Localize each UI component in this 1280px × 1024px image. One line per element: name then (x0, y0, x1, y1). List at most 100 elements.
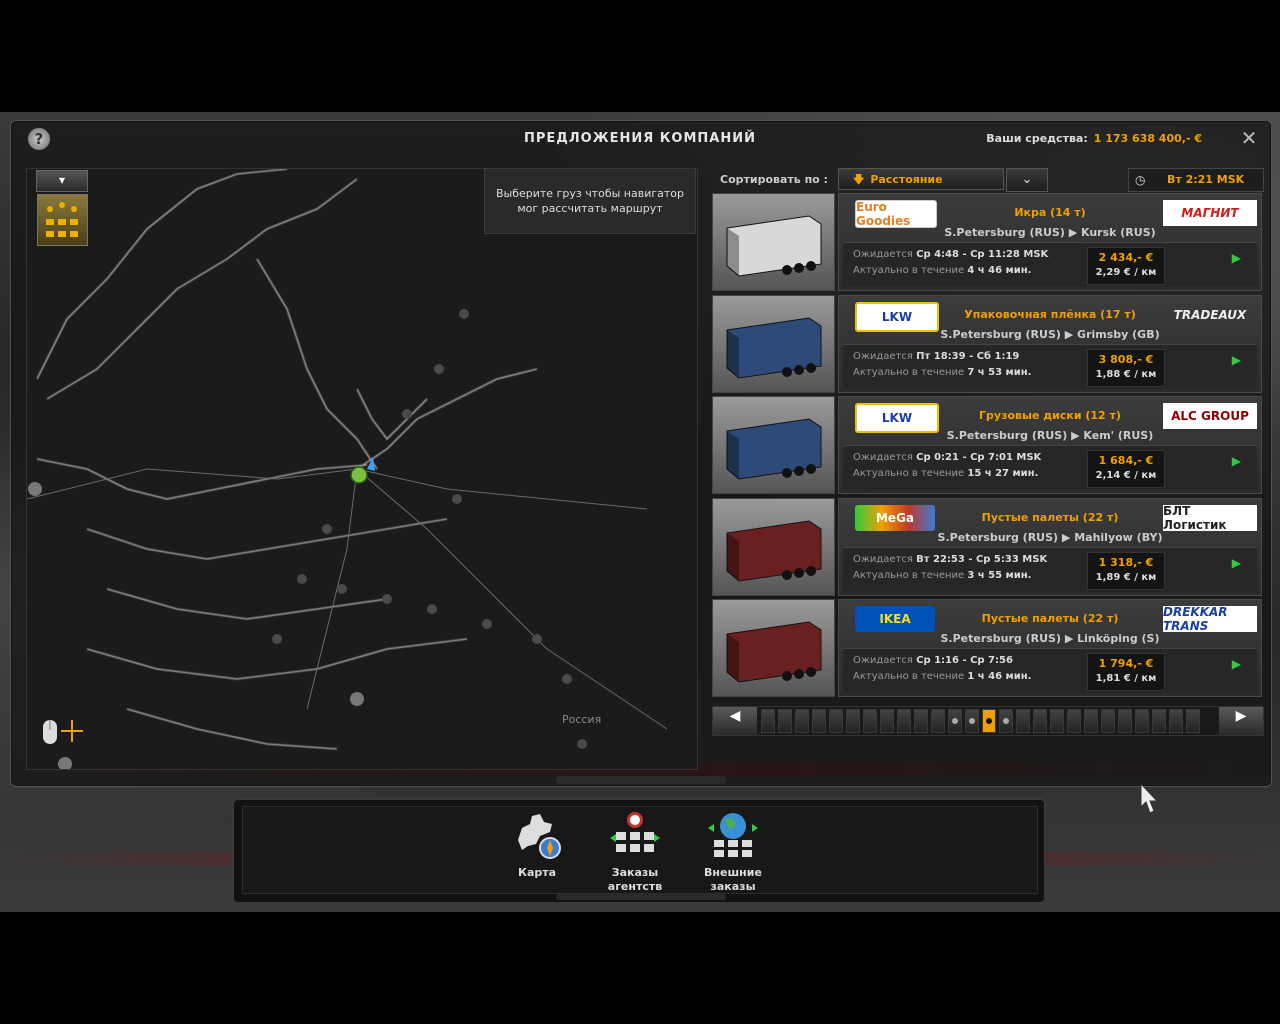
page-segment[interactable] (1152, 709, 1166, 733)
valid-time: Актуально в течение 7 ч 53 мин. (853, 367, 1031, 378)
page-segment[interactable] (1084, 709, 1098, 733)
mouse-pan-icon (40, 716, 84, 750)
expected-label: Ожидается (853, 249, 913, 260)
next-page-button[interactable]: ▶ (1219, 707, 1263, 735)
play-icon[interactable]: ▶ (1232, 657, 1241, 671)
valid-label: Актуально в течение (853, 366, 965, 378)
page-segment[interactable] (982, 709, 996, 733)
price-box: 3 808,- € 1,88 € / км (1087, 348, 1165, 387)
route-arrow-icon: ▶ (1061, 530, 1075, 544)
page-segment[interactable] (948, 709, 962, 733)
job-details: Ожидается Вт 22:53 - Ср 5:33 MSK Актуаль… (843, 546, 1257, 592)
page-segment[interactable] (1135, 709, 1149, 733)
job-offer[interactable]: LKW ALC GROUP Грузовые диски (12 т) S.Pe… (712, 396, 1262, 494)
job-offer[interactable]: IKEA DREKKAR TRANS Пустые палеты (22 т) … (712, 599, 1262, 697)
valid-time: Актуально в течение 3 ч 55 мин. (853, 570, 1031, 581)
trailer-thumbnail (712, 193, 835, 291)
page-segment[interactable] (829, 709, 843, 733)
valid-time: Актуально в течение 4 ч 46 мин. (853, 265, 1031, 276)
valid-label: Актуально в течение (853, 671, 965, 682)
page-segment[interactable] (812, 709, 826, 733)
job-card[interactable]: LKW TRADEAUX Упаковочная плёнка (17 т) S… (838, 294, 1262, 393)
job-price: 1 794,- € (1098, 657, 1154, 670)
close-icon: ✕ (1240, 126, 1258, 150)
map-canvas[interactable] (27, 169, 697, 769)
expected-time: Ожидается Вт 22:53 - Ср 5:33 MSK (853, 554, 1047, 565)
trailer-image (726, 418, 822, 480)
dock-grip (556, 776, 726, 784)
sort-dropdown-button[interactable]: ⌄ (1006, 168, 1048, 192)
page-segment[interactable] (880, 709, 894, 733)
job-card[interactable]: Euro Goodies МАГНИТ Икра (14 т) S.Peters… (838, 193, 1262, 291)
job-details: Ожидается Ср 4:48 - Ср 11:28 MSK Актуаль… (843, 242, 1257, 287)
job-card[interactable]: IKEA DREKKAR TRANS Пустые палеты (22 т) … (838, 599, 1262, 697)
page-segment[interactable] (999, 709, 1013, 733)
page-segment[interactable] (846, 709, 860, 733)
job-card[interactable]: MeGa БЛТ Логистик Пустые палеты (22 т) S… (838, 497, 1262, 596)
page-segment[interactable] (931, 709, 945, 733)
play-icon[interactable]: ▶ (1232, 556, 1241, 570)
cargo-name: Пустые палеты (22 т) (981, 612, 1119, 625)
external-orders-button[interactable]: Внешние заказы (698, 810, 768, 894)
price-box: 1 794,- € 1,81 € / км (1087, 653, 1165, 691)
job-card[interactable]: LKW ALC GROUP Грузовые диски (12 т) S.Pe… (838, 396, 1262, 494)
agency-orders-button[interactable]: Заказы агентств (600, 810, 670, 894)
page-segment[interactable] (1033, 709, 1047, 733)
trailer-thumbnail (712, 396, 835, 494)
expected-time: Ожидается Пт 18:39 - Сб 1:19 (853, 351, 1019, 362)
page-segment[interactable] (863, 709, 877, 733)
page-segment[interactable] (1067, 709, 1081, 733)
play-icon[interactable]: ▶ (1232, 353, 1241, 367)
price-per-km: 2,14 € / км (1095, 470, 1157, 481)
page-segment[interactable] (1050, 709, 1064, 733)
external-orders-label-2: заказы (710, 880, 756, 893)
page-segment[interactable] (1016, 709, 1030, 733)
trailer-image (726, 621, 822, 683)
map-tab-button[interactable]: Карта (502, 810, 572, 880)
expected-time: Ожидается Ср 4:48 - Ср 11:28 MSK (853, 249, 1048, 260)
trailer-image (726, 215, 822, 277)
globe-icon (708, 813, 758, 857)
map-panel[interactable] (26, 168, 698, 770)
play-icon[interactable]: ▶ (1232, 251, 1241, 265)
price-box: 1 684,- € 2,14 € / км (1087, 450, 1165, 488)
page-segment[interactable] (1186, 709, 1200, 733)
map-collapse-button[interactable]: ▾ (36, 170, 88, 192)
prev-page-button[interactable]: ◀ (713, 707, 757, 735)
page-segment[interactable] (965, 709, 979, 733)
page-segment[interactable] (914, 709, 928, 733)
page-segment[interactable] (795, 709, 809, 733)
route: S.Petersburg (RUS) ▶ Kursk (RUS) (839, 226, 1261, 239)
arrow-left-icon: ◀ (729, 707, 741, 723)
play-icon[interactable]: ▶ (1232, 454, 1241, 468)
trailer-image (726, 316, 822, 379)
europe-map-icon (518, 814, 561, 859)
valid-time: Актуально в течение 1 ч 46 мин. (853, 671, 1031, 682)
trailer-thumbnail (712, 497, 835, 596)
expected-time: Ожидается Ср 1:16 - Ср 7:56 (853, 655, 1013, 666)
page-segment[interactable] (778, 709, 792, 733)
agency-orders-icon (610, 812, 660, 852)
close-button[interactable]: ✕ (1238, 128, 1260, 150)
job-offer[interactable]: MeGa БЛТ Логистик Пустые палеты (22 т) S… (712, 497, 1262, 596)
expected-value: Пт 18:39 - Сб 1:19 (916, 350, 1020, 362)
page-segment[interactable] (897, 709, 911, 733)
page-segment[interactable] (1118, 709, 1132, 733)
chevron-down-icon: ⌄ (1021, 171, 1033, 186)
trailer-thumbnail (712, 294, 835, 393)
page-segment[interactable] (1101, 709, 1115, 733)
funds-display: Ваши средства: 1 173 638 400,- € (986, 132, 1202, 145)
price-per-km: 2,29 € / км (1095, 267, 1157, 278)
expected-label: Ожидается (853, 553, 913, 565)
sort-select[interactable]: 🡇 Расстояние (838, 168, 1004, 190)
page-segment[interactable] (1169, 709, 1183, 733)
job-offer[interactable]: LKW TRADEAUX Упаковочная плёнка (17 т) S… (712, 294, 1262, 393)
map-legend-button[interactable] (37, 194, 88, 246)
page-segment[interactable] (761, 709, 775, 733)
route-to: Mahilyow (BY) (1074, 530, 1163, 544)
job-offer[interactable]: Euro Goodies МАГНИТ Икра (14 т) S.Peters… (712, 193, 1262, 291)
external-orders-label-1: Внешние (704, 866, 762, 879)
job-details: Ожидается Пт 18:39 - Сб 1:19 Актуально в… (843, 343, 1257, 389)
route-from: S.Petersburg (RUS) (944, 226, 1065, 239)
agency-orders-label-1: Заказы (611, 866, 659, 879)
